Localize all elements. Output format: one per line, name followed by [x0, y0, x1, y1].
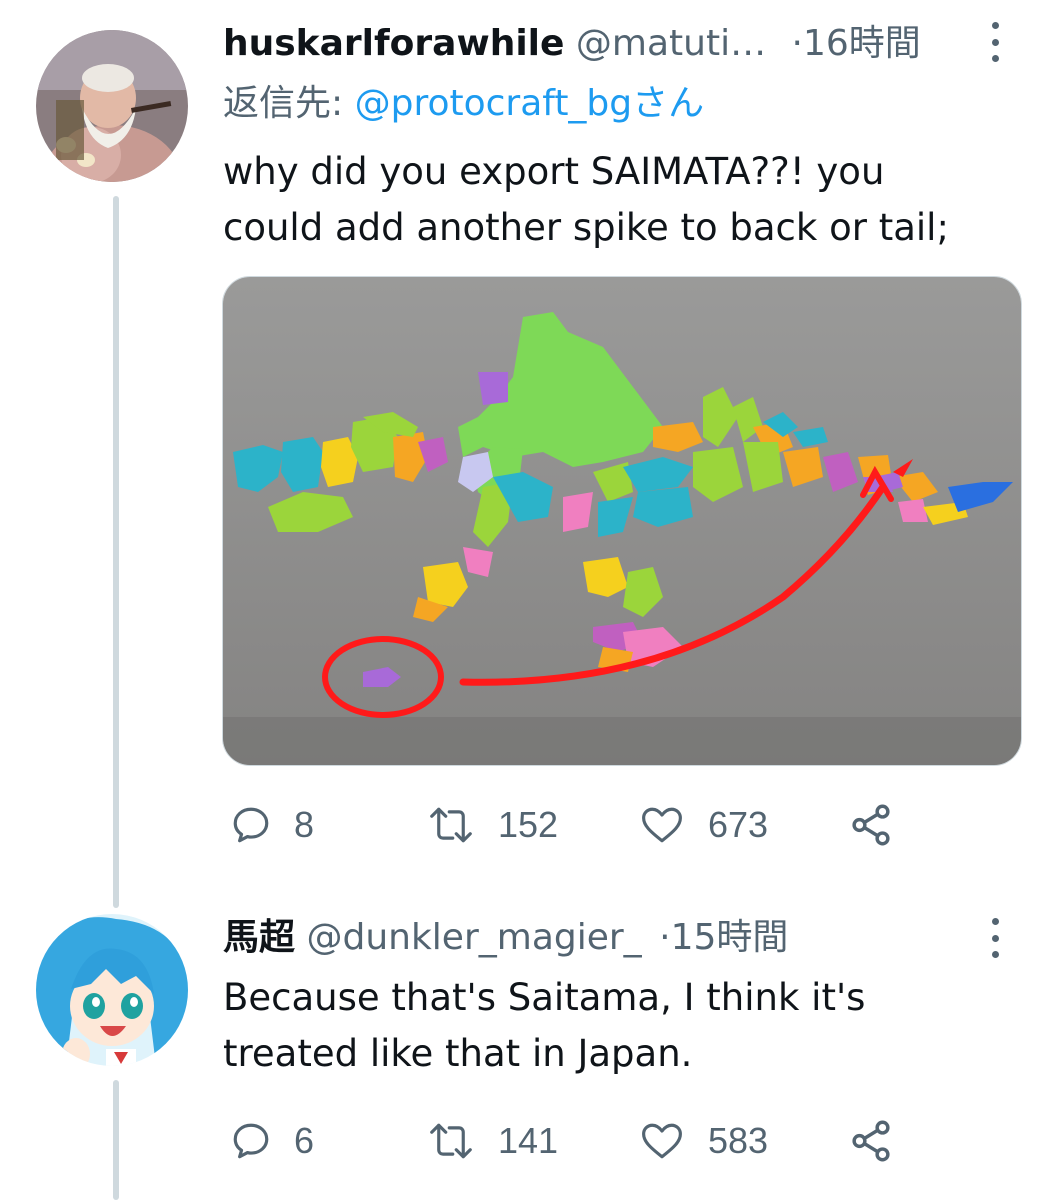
tweet-text-line: Because that's Saitama, I think it's: [223, 976, 866, 1019]
japan-prefecture-puzzle-map-icon: [223, 277, 1021, 765]
bearded-warrior-avatar-icon: [36, 30, 188, 182]
tweet-text-line: treated like that in Japan.: [223, 1032, 693, 1075]
like-count: 673: [708, 804, 769, 845]
blue-haired-anime-girl-avatar-icon: [36, 914, 188, 1066]
tweet-text: why did you export SAIMATA??! you could …: [223, 144, 1013, 256]
avatar[interactable]: [36, 30, 188, 182]
retweet-count: 141: [498, 1120, 559, 1161]
tweet-header: huskarlforawhile @matuti… ·16時間: [223, 22, 921, 66]
reply-to-label: 返信先:: [223, 83, 344, 124]
reply-button[interactable]: 8: [230, 800, 314, 850]
heart-icon: [642, 807, 682, 843]
tweet-media-image[interactable]: [222, 276, 1022, 766]
like-button[interactable]: 583: [638, 1116, 768, 1166]
like-count: 583: [708, 1120, 769, 1161]
heart-icon: [642, 1123, 682, 1159]
reply-icon: [233, 807, 269, 843]
retweet-icon: [430, 807, 472, 843]
reply-count: 6: [294, 1120, 315, 1161]
display-name[interactable]: huskarlforawhile: [223, 23, 564, 64]
retweet-count: 152: [498, 804, 559, 845]
separator-dot: ·: [659, 917, 671, 958]
tweet-text: Because that's Saitama, I think it's tre…: [223, 970, 1013, 1082]
display-name[interactable]: 馬超: [223, 917, 295, 958]
reply-to-line: 返信先: @protocraft_bgさん: [223, 82, 704, 126]
tweet-header: 馬超 @dunkler_magier_ ·15時間: [223, 916, 788, 960]
timestamp[interactable]: 16時間: [803, 23, 921, 64]
share-icon: [852, 804, 890, 846]
reply-icon: [233, 1123, 269, 1159]
thread-line: [113, 196, 119, 908]
more-options-icon[interactable]: [983, 22, 1007, 62]
tweet-actions: 8 152 673: [223, 800, 923, 850]
share-button[interactable]: [848, 800, 894, 850]
retweet-button[interactable]: 141: [426, 1116, 558, 1166]
user-handle[interactable]: @dunkler_magier_: [306, 917, 641, 958]
share-button[interactable]: [848, 1116, 894, 1166]
reply-mention-link[interactable]: @protocraft_bgさん: [355, 83, 705, 124]
avatar[interactable]: [36, 914, 188, 1066]
tweet-text-line: could add another spike to back or tail;: [223, 206, 949, 249]
timestamp[interactable]: 15時間: [671, 917, 789, 958]
reply-button[interactable]: 6: [230, 1116, 314, 1166]
tweet-actions: 6 141 583: [223, 1116, 923, 1166]
share-icon: [852, 1120, 890, 1162]
user-handle[interactable]: @matuti…: [576, 23, 766, 64]
more-options-icon[interactable]: [983, 918, 1007, 958]
tweet-text-line: why did you export SAIMATA??! you: [223, 150, 885, 193]
separator-dot: ·: [791, 23, 803, 64]
like-button[interactable]: 673: [638, 800, 768, 850]
reply-count: 8: [294, 804, 315, 845]
retweet-button[interactable]: 152: [426, 800, 558, 850]
thread-line: [113, 1080, 119, 1200]
retweet-icon: [430, 1123, 472, 1159]
